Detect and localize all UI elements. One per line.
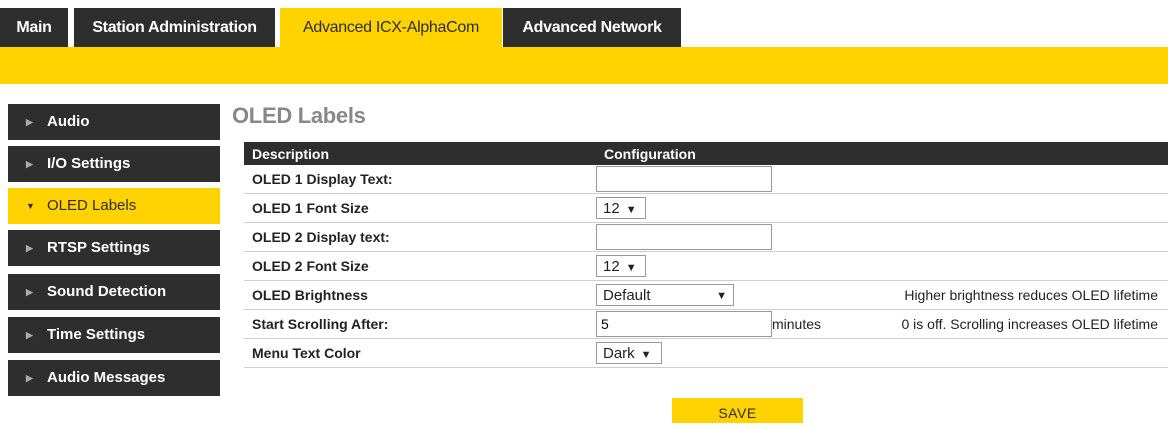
- chevron-right-icon: ▶: [26, 159, 33, 169]
- oled-brightness-select[interactable]: Default ▼: [596, 284, 734, 306]
- oled2-font-size-select[interactable]: 12 ▼: [596, 255, 646, 277]
- sidebar-item-oled-labels[interactable]: ▼ OLED Labels: [8, 188, 220, 224]
- tab-main[interactable]: Main: [0, 8, 68, 47]
- sidebar-item-label: RTSP Settings: [47, 239, 151, 256]
- sidebar-item-label: Audio: [47, 113, 90, 130]
- menu-color-label: Menu Text Color: [244, 338, 596, 368]
- unit-cell: [772, 280, 882, 310]
- config-cell: Default ▼: [596, 280, 772, 310]
- chevron-right-icon: ▶: [26, 373, 33, 383]
- table-header-row: Description Configuration: [244, 142, 1168, 165]
- sidebar-item-sound-detection[interactable]: ▶ Sound Detection: [8, 274, 220, 310]
- chevron-down-icon: ▼: [26, 201, 35, 211]
- save-button[interactable]: SAVE: [672, 398, 803, 423]
- sidebar-item-label: Sound Detection: [47, 283, 167, 300]
- sidebar-item-label: OLED Labels: [47, 197, 137, 214]
- sub-header-bar: [0, 47, 1168, 84]
- oled1-font-size-select[interactable]: 12 ▼: [596, 197, 646, 219]
- brightness-label: OLED Brightness: [244, 280, 596, 310]
- top-tab-bar: Main Station Administration Advanced ICX…: [0, 0, 1168, 47]
- oled-config-table: Description Configuration OLED 1 Display…: [244, 142, 1168, 368]
- oled2-display-text-input[interactable]: [596, 224, 772, 250]
- brightness-note: Higher brightness reduces OLED lifetime: [882, 280, 1168, 310]
- sidebar-item-rtsp-settings[interactable]: ▶ RTSP Settings: [8, 230, 220, 266]
- table-row: OLED 2 Font Size 12 ▼: [244, 251, 1168, 281]
- sidebar-item-io-settings[interactable]: ▶ I/O Settings: [8, 146, 220, 182]
- oled1-font-label: OLED 1 Font Size: [244, 193, 596, 223]
- unit-cell: [772, 222, 882, 252]
- note-cell: [882, 338, 1168, 368]
- unit-cell: [772, 251, 882, 281]
- note-cell: [882, 193, 1168, 223]
- sidebar-item-audio[interactable]: ▶ Audio: [8, 104, 220, 140]
- config-cell: [596, 222, 772, 252]
- scrolling-label: Start Scrolling After:: [244, 309, 596, 339]
- sidebar-item-audio-messages[interactable]: ▶ Audio Messages: [8, 360, 220, 396]
- sidebar-item-time-settings[interactable]: ▶ Time Settings: [8, 317, 220, 353]
- tab-station-administration[interactable]: Station Administration: [74, 8, 275, 47]
- scrolling-unit: minutes: [772, 309, 882, 339]
- table-row: OLED 2 Display text:: [244, 222, 1168, 252]
- note-cell: [882, 251, 1168, 281]
- table-row: OLED 1 Display Text:: [244, 165, 1168, 194]
- dropdown-arrow-icon: ▼: [625, 262, 637, 274]
- select-value: 12: [603, 258, 620, 275]
- dropdown-arrow-icon: ▼: [625, 204, 637, 216]
- table-row: OLED Brightness Default ▼ Higher brightne…: [244, 280, 1168, 310]
- select-value: 12: [603, 200, 620, 217]
- config-cell: [596, 165, 772, 194]
- config-cell: 12 ▼: [596, 193, 772, 223]
- config-cell: Dark ▼: [596, 338, 772, 368]
- table-row: Start Scrolling After: minutes 0 is off.…: [244, 309, 1168, 339]
- unit-cell: [772, 193, 882, 223]
- note-cell: [882, 222, 1168, 252]
- table-row: OLED 1 Font Size 12 ▼: [244, 193, 1168, 223]
- description-header: Description: [244, 142, 596, 165]
- oled2-font-label: OLED 2 Font Size: [244, 251, 596, 281]
- sidebar-item-label: Audio Messages: [47, 369, 166, 386]
- unit-cell: [772, 338, 882, 368]
- table-row: Menu Text Color Dark ▼: [244, 338, 1168, 368]
- dropdown-arrow-icon: ▼: [640, 349, 652, 361]
- configuration-header: Configuration: [596, 142, 1168, 165]
- scrolling-note: 0 is off. Scrolling increases OLED lifet…: [882, 309, 1168, 339]
- select-value: Default: [603, 287, 651, 304]
- oled1-text-label: OLED 1 Display Text:: [244, 165, 596, 194]
- chevron-right-icon: ▶: [26, 287, 33, 297]
- oled2-text-label: OLED 2 Display text:: [244, 222, 596, 252]
- tab-advanced-network[interactable]: Advanced Network: [503, 8, 681, 47]
- chevron-right-icon: ▶: [26, 117, 33, 127]
- dropdown-arrow-icon: ▼: [716, 290, 727, 302]
- chevron-right-icon: ▶: [26, 243, 33, 253]
- tab-advanced-icx-alphacom[interactable]: Advanced ICX-AlphaCom: [280, 8, 502, 47]
- oled1-display-text-input[interactable]: [596, 166, 772, 192]
- chevron-right-icon: ▶: [26, 330, 33, 340]
- sidebar-item-label: Time Settings: [47, 326, 146, 343]
- page-title: OLED Labels: [232, 103, 366, 128]
- sidebar-item-label: I/O Settings: [47, 155, 131, 172]
- config-cell: [596, 309, 772, 339]
- unit-cell: [772, 165, 882, 194]
- note-cell: [882, 165, 1168, 194]
- config-cell: 12 ▼: [596, 251, 772, 281]
- menu-text-color-select[interactable]: Dark ▼: [596, 342, 662, 364]
- select-value: Dark: [603, 345, 635, 362]
- start-scrolling-input[interactable]: [596, 311, 772, 337]
